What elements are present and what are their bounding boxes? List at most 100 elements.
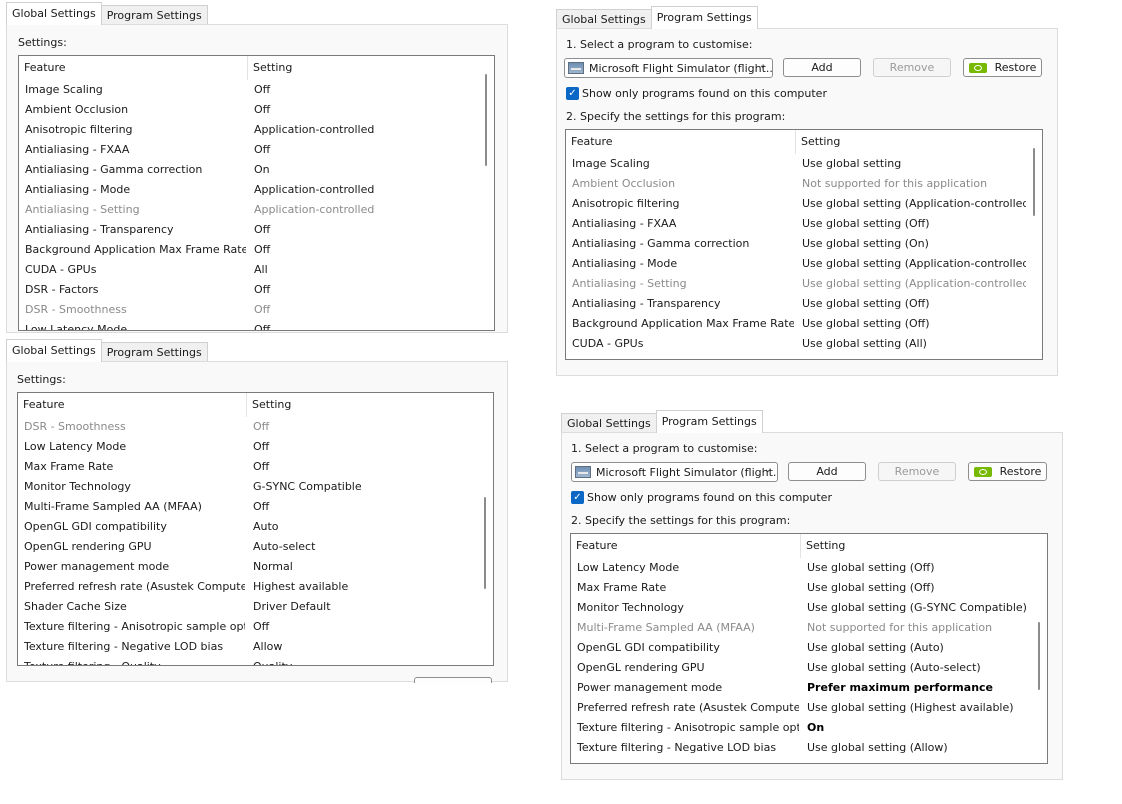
setting-cell[interactable]: Application-controlled [248,180,479,200]
setting-cell[interactable]: Use global setting (Off) [796,214,1026,234]
table-row[interactable]: Texture filtering - QualityQuality [18,657,478,665]
setting-cell[interactable]: Not supported for this application [801,618,1031,638]
table-row[interactable]: Multi-Frame Sampled AA (MFAA) Off [18,497,477,517]
setting-cell[interactable]: Allow [247,637,478,657]
table-row[interactable]: Monitor Technology Use global setting (G-… [571,598,1031,618]
table-row[interactable]: Monitor Technology G-SYNC Compatible [18,477,477,497]
setting-cell[interactable]: Use global setting (Off) [801,578,1031,598]
setting-cell[interactable]: Use global setting (Highest available) [801,698,1031,718]
table-row[interactable]: Low Latency Mode Off [19,320,479,330]
setting-cell[interactable]: G-SYNC Compatible [247,477,478,497]
feature-column-header[interactable]: Feature [18,393,247,417]
setting-cell[interactable]: Use global setting (Auto-select) [801,658,1031,678]
setting-cell[interactable]: Off [247,617,478,637]
show-only-checkbox[interactable]: ✓ [571,491,584,504]
table-row[interactable]: Antialiasing - Transparency Off [19,220,478,240]
setting-cell[interactable]: Use global setting [796,154,1026,174]
table-row[interactable]: CUDA - GPUs All [19,260,478,280]
table-row[interactable]: DSR - Factors Off [19,280,478,300]
table-row[interactable]: Anisotropic filtering Application-control… [19,120,478,140]
setting-cell[interactable]: All [248,260,479,280]
setting-cell[interactable]: Use global setting (Off) [796,314,1026,334]
table-row[interactable]: OpenGL rendering GPU Use global setting (… [571,658,1031,678]
table-row[interactable]: Power management mode Normal [18,557,477,577]
setting-cell[interactable]: Use global setting (On) [796,234,1026,254]
table-row[interactable]: Antialiasing - Gamma correction On [19,160,478,180]
table-row[interactable]: Texture filtering - Negative LOD bias All… [18,637,477,657]
setting-cell[interactable]: Off [248,220,479,240]
setting-cell[interactable]: Use global setting (Application-controll… [796,254,1026,274]
setting-cell[interactable]: Off [248,280,479,300]
tab-global-settings[interactable]: Global Settings [6,2,102,25]
setting-cell[interactable]: Auto [247,517,478,537]
table-row[interactable]: OpenGL GDI compatibility Use global setti… [571,638,1031,658]
table-row[interactable]: Background Application Max Frame Rate Use… [566,314,1026,334]
setting-cell[interactable]: Off [248,320,479,330]
setting-cell[interactable]: On [248,160,479,180]
table-row[interactable]: Image Scaling Use global setting [566,154,1026,174]
setting-cell[interactable]: Use global setting (Off) [796,294,1026,314]
setting-cell[interactable]: Highest available [247,577,478,597]
restore-button[interactable] [414,677,492,683]
scrollbar[interactable] [478,56,494,330]
table-row[interactable]: Preferred refresh rate (Asustek Computer… [571,698,1031,718]
table-row[interactable]: Ambient Occlusion Not supported for this … [566,174,1026,194]
table-row[interactable]: Texture filtering - Anisotropic sample o… [18,617,477,637]
table-row[interactable]: OpenGL rendering GPU Auto-select [18,537,477,557]
tab-global-settings[interactable]: Global Settings [561,413,657,433]
table-row[interactable]: Background Application Max Frame Rate Off [19,240,478,260]
table-row[interactable]: Antialiasing - FXAA Off [19,140,478,160]
settings-list[interactable]: Feature Setting Image Scaling Off Ambient … [18,55,495,331]
scrollbar-thumb[interactable] [484,497,486,589]
table-row[interactable]: Antialiasing - Mode Application-controlle… [19,180,478,200]
setting-cell[interactable]: Off [247,457,478,477]
setting-cell[interactable]: Off [247,497,478,517]
scrollbar-thumb[interactable] [1033,148,1035,216]
table-row[interactable]: Texture filtering - Anisotropic sample o… [571,718,1031,738]
setting-cell[interactable]: Use global setting (Application-controll… [796,194,1026,214]
table-row[interactable]: Low Latency Mode Use global setting (Off) [571,558,1031,578]
scrollbar[interactable] [1026,130,1042,359]
setting-cell[interactable]: Application-controlled [248,120,479,140]
setting-cell[interactable]: Auto-select [247,537,478,557]
setting-cell[interactable]: Off [247,417,478,437]
setting-column-header[interactable]: Setting [247,393,478,417]
tab-global-settings[interactable]: Global Settings [6,339,102,362]
scrollbar-thumb[interactable] [485,74,487,166]
setting-column-header[interactable]: Setting [801,534,1032,558]
show-only-label[interactable]: Show only programs found on this compute… [587,491,832,504]
table-row[interactable]: OpenGL GDI compatibility Auto [18,517,477,537]
table-row[interactable]: Power management mode Prefer maximum perf… [571,678,1031,698]
add-button[interactable]: Add [783,58,861,77]
setting-cell[interactable]: Normal [247,557,478,577]
setting-cell[interactable]: Quality [247,657,478,665]
table-row[interactable]: Anisotropic filtering Use global setting … [566,194,1026,214]
feature-column-header[interactable]: Feature [19,56,248,80]
setting-cell[interactable]: Off [248,300,479,320]
feature-column-header[interactable]: Feature [571,534,801,558]
table-row[interactable]: Antialiasing - FXAA Use global setting (O… [566,214,1026,234]
setting-cell[interactable]: Off [248,140,479,160]
setting-column-header[interactable]: Setting [248,56,479,80]
setting-cell[interactable]: Driver Default [247,597,478,617]
table-row[interactable]: Low Latency Mode Off [18,437,477,457]
restore-button[interactable]: Restore [963,58,1042,77]
tab-program-settings[interactable]: Program Settings [100,342,208,362]
table-row[interactable]: CUDA - GPUs Use global setting (All) [566,334,1026,354]
setting-column-header[interactable]: Setting [796,130,1027,154]
setting-cell[interactable]: Use global setting (Auto) [801,638,1031,658]
setting-cell[interactable]: Off [248,80,479,100]
add-button[interactable]: Add [788,462,866,481]
table-row[interactable]: DSR - Smoothness Off [19,300,478,320]
program-settings-list[interactable]: Feature Setting Low Latency Mode Use glob… [570,533,1048,764]
table-row[interactable]: DSR - Smoothness Off [18,417,477,437]
setting-cell[interactable]: Use global setting (Application-controll… [796,274,1026,294]
table-row[interactable]: Shader Cache Size Driver Default [18,597,477,617]
scrollbar[interactable] [477,393,493,665]
setting-cell[interactable]: Use global setting (All) [796,334,1026,354]
table-row[interactable]: Antialiasing - Transparency Use global se… [566,294,1026,314]
settings-list[interactable]: Feature Setting DSR - Smoothness Off Low L… [17,392,494,666]
setting-cell[interactable]: Use global setting (G-SYNC Compatible) [801,598,1031,618]
tab-program-settings[interactable]: Program Settings [655,410,763,433]
setting-cell[interactable]: Not supported for this application [796,174,1026,194]
